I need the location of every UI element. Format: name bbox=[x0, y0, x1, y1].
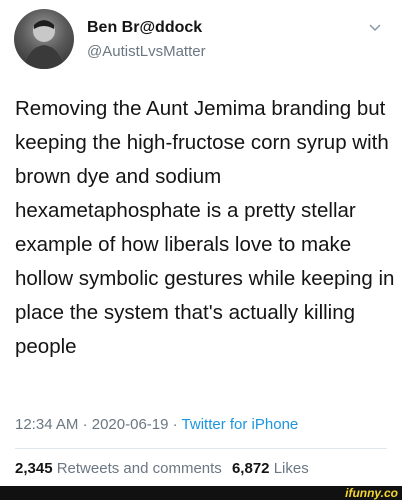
tweet-header: Ben Br@ddock @AutistLvsMatter bbox=[14, 8, 388, 69]
likes-label[interactable]: Likes bbox=[274, 460, 309, 477]
tweet-source-link[interactable]: Twitter for iPhone bbox=[182, 416, 299, 433]
likes-count[interactable]: 6,872 bbox=[232, 460, 270, 477]
meta-separator: · bbox=[82, 416, 88, 433]
meta-separator: · bbox=[172, 416, 178, 433]
tweet-card: Ben Br@ddock @AutistLvsMatter Removing t… bbox=[0, 0, 402, 486]
retweets-count[interactable]: 2,345 bbox=[15, 460, 53, 477]
retweets-label[interactable]: Retweets and comments bbox=[57, 460, 222, 477]
author-name[interactable]: Ben Br@ddock bbox=[87, 19, 202, 37]
tweet-date[interactable]: 2020-06-19 bbox=[92, 416, 169, 433]
divider bbox=[15, 448, 387, 449]
avatar[interactable] bbox=[14, 9, 74, 69]
watermark-bar: ifunny.co bbox=[0, 486, 402, 500]
tweet-meta: 12:34 AM · 2020-06-19 · Twitter for iPho… bbox=[15, 416, 298, 433]
tweet-stats: 2,345 Retweets and comments 6,872 Likes bbox=[15, 460, 309, 477]
ifunny-watermark: ifunny.co bbox=[345, 486, 398, 500]
tweet-time[interactable]: 12:34 AM bbox=[15, 416, 78, 433]
tweet-text: Removing the Aunt Jemima branding but ke… bbox=[15, 97, 395, 358]
author-handle[interactable]: @AutistLvsMatter bbox=[87, 43, 206, 60]
chevron-down-icon[interactable] bbox=[368, 20, 382, 34]
